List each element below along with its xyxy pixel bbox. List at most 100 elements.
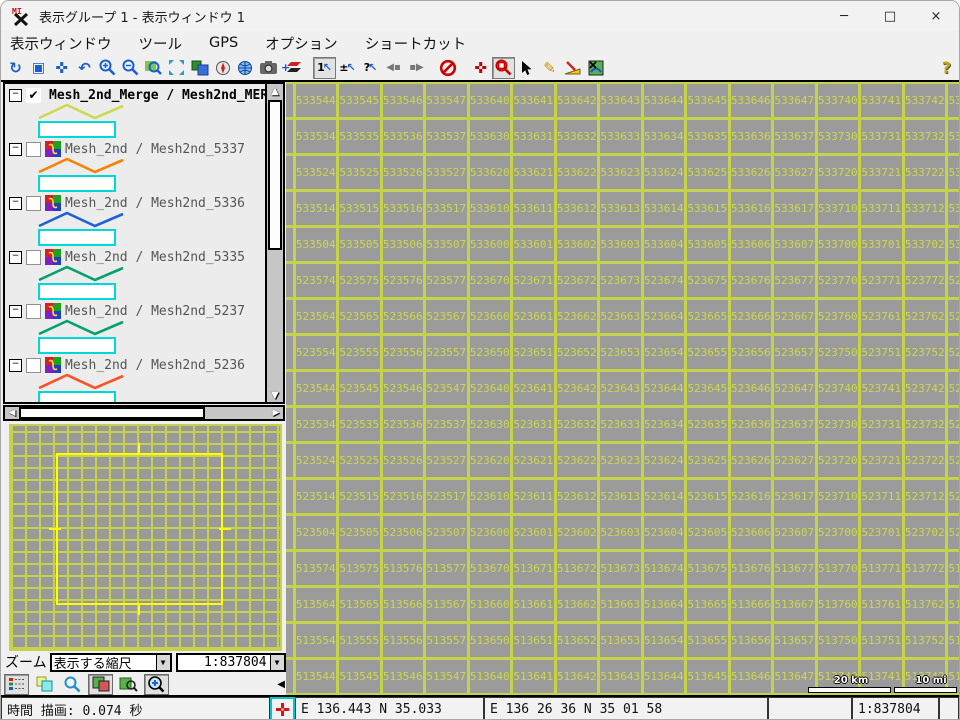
locator-magnify-icon[interactable] bbox=[116, 674, 141, 695]
mesh-cell: 533731 bbox=[861, 120, 902, 153]
map-viewport[interactable]: 5335445335455335465335475336405336415336… bbox=[286, 80, 960, 695]
zoom-out-icon[interactable] bbox=[119, 57, 142, 79]
menu-item-3[interactable]: オプション bbox=[265, 33, 338, 54]
chevron-down-icon[interactable]: ▼ bbox=[156, 655, 170, 670]
select-toggle-icon[interactable]: ±↖ bbox=[336, 57, 359, 79]
cancel-icon[interactable] bbox=[436, 57, 459, 79]
menu-item-4[interactable]: ショートカット bbox=[365, 33, 467, 54]
snapshot-icon[interactable] bbox=[257, 57, 280, 79]
maximize-button[interactable]: □ bbox=[867, 1, 913, 31]
mesh-cell: 533603 bbox=[600, 228, 641, 261]
mesh-cell: 513645 bbox=[687, 660, 728, 693]
collapse-box-icon[interactable]: − bbox=[9, 359, 22, 372]
minimize-button[interactable]: ─ bbox=[821, 1, 867, 31]
mesh-cell: 533627 bbox=[774, 156, 815, 189]
measure-tool-icon[interactable] bbox=[561, 57, 584, 79]
polygon-style-sample[interactable] bbox=[38, 283, 116, 300]
mesh-cell: 513555 bbox=[339, 624, 380, 657]
scale-mode-dropdown[interactable]: 表示する縮尺 ▼ bbox=[50, 653, 172, 672]
web-globe-icon[interactable] bbox=[234, 57, 257, 79]
add-layer-icon[interactable]: + bbox=[280, 57, 303, 79]
scrollbar-thumb[interactable] bbox=[19, 407, 205, 419]
line-style-sample[interactable] bbox=[35, 317, 127, 337]
view-swap-icon[interactable] bbox=[188, 57, 211, 79]
mesh-cell: 533537 bbox=[426, 120, 467, 153]
full-zoom-icon[interactable] bbox=[165, 57, 188, 79]
mesh-cell: 523637 bbox=[774, 408, 815, 441]
previous-element-icon[interactable]: ◀▪ bbox=[382, 57, 405, 79]
layer-list-horizontal-scrollbar[interactable]: ◀ ▶ bbox=[3, 405, 285, 421]
collapse-box-icon[interactable]: − bbox=[9, 251, 22, 264]
collapse-box-icon[interactable]: − bbox=[9, 143, 22, 156]
scroll-up-icon[interactable]: ▲ bbox=[267, 84, 283, 98]
app-icon[interactable]: MI bbox=[11, 6, 31, 26]
mesh-cell: 523664 bbox=[644, 300, 685, 333]
close-button[interactable]: × bbox=[913, 1, 959, 31]
locator-icon[interactable] bbox=[211, 57, 234, 79]
app-window: MI 表示グループ 1 - 表示ウィンドウ 1 ─ □ × 表示ウィンドウツール… bbox=[0, 0, 960, 720]
toolbar: ↻▣✜↶ + 1↖±↖?↖◀▪▪▶ ✜ ✎ ? bbox=[1, 55, 959, 82]
polygon-style-sample[interactable] bbox=[38, 391, 116, 404]
pan-icon[interactable]: ✜ bbox=[50, 57, 73, 79]
help-icon[interactable]: ? bbox=[942, 58, 951, 77]
line-style-sample[interactable] bbox=[35, 263, 127, 283]
mesh-cell: 533534 bbox=[296, 120, 337, 153]
zoom-in-icon[interactable] bbox=[96, 57, 119, 79]
menu-item-0[interactable]: 表示ウィンドウ bbox=[10, 33, 112, 54]
select-single-icon[interactable]: 1↖ bbox=[313, 57, 336, 79]
pointer-tool-icon[interactable] bbox=[515, 57, 538, 79]
scroll-left-icon[interactable]: ◀ bbox=[5, 407, 19, 419]
line-style-sample[interactable] bbox=[35, 209, 127, 229]
line-style-sample[interactable] bbox=[35, 371, 127, 391]
mesh-cell: 533740 bbox=[818, 84, 859, 117]
scrollbar-thumb[interactable] bbox=[268, 100, 282, 250]
mesh-cell: 523651 bbox=[513, 336, 554, 369]
layer-manager-icon[interactable] bbox=[32, 674, 57, 695]
collapse-box-icon[interactable]: − bbox=[9, 305, 22, 318]
mesh-cell: 513544 bbox=[296, 660, 337, 693]
view-extent-rectangle[interactable] bbox=[56, 453, 223, 605]
mesh-cell: 533516 bbox=[383, 192, 424, 225]
full-view-icon[interactable]: ▣ bbox=[27, 57, 50, 79]
mesh-cell: 523545 bbox=[339, 372, 380, 405]
mesh-cell: 513674 bbox=[644, 552, 685, 585]
zoom-box-tool-icon[interactable] bbox=[492, 57, 515, 79]
layer-list-vertical-scrollbar[interactable]: ▲ ▼ bbox=[265, 84, 283, 402]
magnify-window-icon[interactable] bbox=[60, 674, 85, 695]
pan-tool-icon[interactable]: ✜ bbox=[469, 57, 492, 79]
legend-toggle-icon[interactable] bbox=[4, 674, 29, 695]
collapse-box-icon[interactable]: − bbox=[9, 89, 22, 102]
collapse-box-icon[interactable]: − bbox=[9, 197, 22, 210]
polygon-style-sample[interactable] bbox=[38, 175, 116, 192]
mesh-cell: 523647 bbox=[774, 372, 815, 405]
mesh-cell: 513656 bbox=[731, 624, 772, 657]
mesh-cell: 533624 bbox=[644, 156, 685, 189]
crosshair-position-icon[interactable] bbox=[270, 697, 295, 720]
scroll-right-icon[interactable]: ▶ bbox=[269, 407, 283, 419]
mesh-cell-clipped bbox=[286, 84, 293, 117]
auto-zoom-icon[interactable] bbox=[144, 674, 169, 695]
sketch-tool-icon[interactable]: ✎ bbox=[538, 57, 561, 79]
panel-collapse-icon[interactable]: ◀ bbox=[277, 679, 285, 690]
locator-overview-map[interactable] bbox=[9, 424, 282, 651]
layer-item-1: − Mesh_2nd / Mesh2nd_5337 bbox=[5, 138, 283, 192]
next-element-icon[interactable]: ▪▶ bbox=[405, 57, 428, 79]
scale-value-dropdown[interactable]: 1:837804 ▼ bbox=[176, 653, 286, 672]
redraw-icon[interactable]: ↻ bbox=[4, 57, 27, 79]
mesh-cell: 523535 bbox=[339, 408, 380, 441]
scroll-down-icon[interactable]: ▼ bbox=[267, 388, 283, 402]
line-style-sample[interactable] bbox=[35, 101, 127, 121]
mesh-cell: 533700 bbox=[818, 228, 859, 261]
previous-view-icon[interactable]: ↶ bbox=[73, 57, 96, 79]
polygon-style-sample[interactable] bbox=[38, 121, 116, 138]
polygon-style-sample[interactable] bbox=[38, 229, 116, 246]
what-is-icon[interactable]: ?↖ bbox=[359, 57, 382, 79]
zoom-box-icon[interactable] bbox=[142, 57, 165, 79]
show-raster-icon[interactable] bbox=[88, 674, 113, 695]
menu-item-1[interactable]: ツール bbox=[139, 33, 183, 54]
line-style-sample[interactable] bbox=[35, 155, 127, 175]
menu-item-2[interactable]: GPS bbox=[209, 35, 238, 51]
polygon-style-sample[interactable] bbox=[38, 337, 116, 354]
chevron-down-icon[interactable]: ▼ bbox=[270, 655, 284, 670]
geotoolbox-icon[interactable] bbox=[584, 57, 607, 79]
